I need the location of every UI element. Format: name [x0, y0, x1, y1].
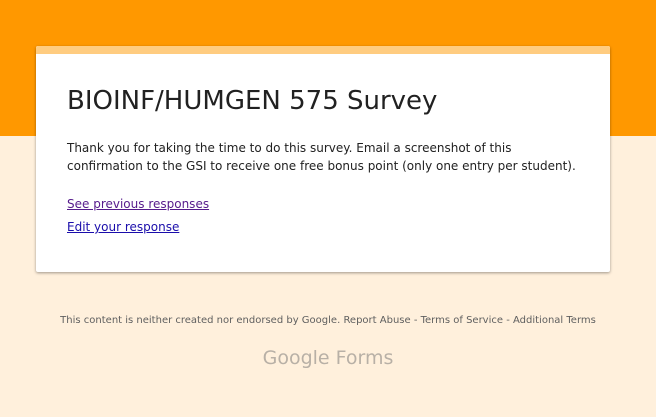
confirmation-message: Thank you for taking the time to do this… [67, 141, 576, 173]
footer-separator: - [410, 315, 421, 326]
footer: This content is neither created nor endo… [0, 315, 656, 326]
confirmation-card: BIOINF/HUMGEN 575 Survey Thank you for t… [36, 46, 610, 272]
report-abuse-link[interactable]: Report Abuse [343, 315, 410, 326]
see-previous-responses-link[interactable]: See previous responses [67, 197, 209, 211]
terms-of-service-link[interactable]: Terms of Service [421, 315, 503, 326]
footer-disclaimer: This content is neither created nor endo… [60, 315, 341, 326]
footer-separator: - [503, 315, 513, 326]
google-forms-logo-text: Google Forms [262, 347, 394, 369]
google-forms-logo[interactable]: Google Forms [0, 347, 656, 369]
additional-terms-link[interactable]: Additional Terms [513, 315, 596, 326]
form-title: BIOINF/HUMGEN 575 Survey [67, 86, 438, 116]
edit-response-link[interactable]: Edit your response [67, 220, 179, 234]
card-accent-bar [36, 46, 610, 54]
